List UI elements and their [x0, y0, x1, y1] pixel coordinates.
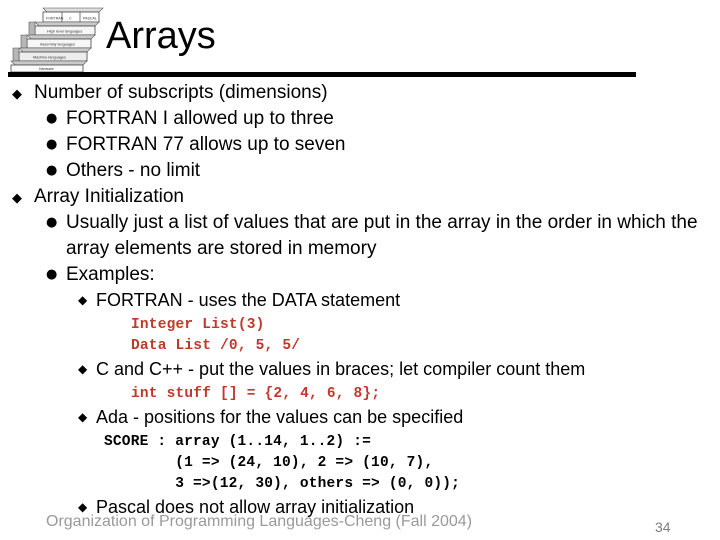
round-bullet-icon: ●	[46, 267, 58, 282]
list-item-label: Number of subscripts (dimensions)	[34, 82, 328, 103]
list-item: ● FORTRAN 77 allows up to seven	[0, 132, 720, 158]
footer-note: Organization of Programming Languages-Ch…	[46, 513, 473, 530]
svg-text:High level languages: High level languages	[47, 30, 82, 34]
slide-header: FORTRAN C PASCAL High level languages As…	[0, 0, 720, 78]
list-item-label: FORTRAN I allowed up to three	[66, 108, 334, 129]
page-title: Arrays	[106, 15, 216, 57]
list-item-label: C and C++ - put the values in braces; le…	[96, 359, 586, 379]
diamond-bullet-icon: ◆	[12, 191, 22, 206]
round-bullet-icon: ●	[46, 111, 58, 126]
code-block-ada: SCORE : array (1..14, 1..2) := (1 => (24…	[0, 432, 720, 495]
code-line: Data List /0, 5, 5/	[131, 338, 301, 354]
svg-text:C: C	[69, 17, 72, 21]
svg-text:FORTRAN: FORTRAN	[46, 17, 64, 21]
diamond-bullet-icon: ◆	[12, 87, 22, 102]
list-item-label: Usually just a list of values that are p…	[66, 212, 698, 259]
list-item-label: Ada - positions for the values can be sp…	[96, 407, 464, 427]
code-line: SCORE : array (1..14, 1..2) :=	[104, 434, 372, 450]
svg-text:Hardware: Hardware	[39, 67, 54, 71]
list-item: ◆ C and C++ - put the values in braces; …	[0, 357, 720, 382]
list-item: ● Usually just a list of values that are…	[0, 210, 720, 262]
svg-text:PASCAL: PASCAL	[83, 17, 97, 21]
list-item-label: Others - no limit	[66, 160, 201, 181]
list-item-label: FORTRAN 77 allows up to seven	[66, 134, 346, 155]
diamond-bullet-icon: ◆	[78, 410, 88, 424]
list-item: ◆ FORTRAN - uses the DATA statement	[0, 288, 720, 313]
slide-body: ◆ Number of subscripts (dimensions) ● FO…	[0, 80, 720, 520]
list-item: ◆ Ada - positions for the values can be …	[0, 405, 720, 430]
diamond-bullet-icon: ◆	[78, 362, 88, 376]
list-item: ● Examples:	[0, 262, 720, 288]
layered-pyramid-logo-icon: FORTRAN C PASCAL High level languages As…	[7, 6, 107, 72]
page-number: 34	[655, 519, 671, 535]
list-item: ● FORTRAN I allowed up to three	[0, 106, 720, 132]
round-bullet-icon: ●	[46, 163, 58, 178]
slide-canvas: FORTRAN C PASCAL High level languages As…	[0, 0, 720, 540]
list-item: ◆ Number of subscripts (dimensions)	[0, 80, 720, 106]
code-line: 3 =>(12, 30), others => (0, 0));	[104, 476, 461, 492]
list-item-label: FORTRAN - uses the DATA statement	[96, 290, 401, 310]
svg-text:Assembly languages: Assembly languages	[40, 43, 75, 47]
list-item: ● Others - no limit	[0, 158, 720, 184]
code-line: Integer List(3)	[131, 317, 265, 333]
code-block-c: int stuff [] = {2, 4, 6, 8};	[0, 384, 720, 405]
code-line: int stuff [] = {2, 4, 6, 8};	[131, 386, 381, 402]
svg-text:Machine languages: Machine languages	[33, 56, 66, 60]
list-item-label: Array Initialization	[34, 186, 184, 207]
diamond-bullet-icon: ◆	[78, 293, 88, 307]
list-item-label: Examples:	[66, 264, 155, 285]
code-block-fortran: Integer List(3) Data List /0, 5, 5/	[0, 315, 720, 357]
code-line: (1 => (24, 10), 2 => (10, 7),	[104, 455, 434, 471]
title-divider	[8, 72, 636, 77]
round-bullet-icon: ●	[46, 215, 58, 230]
list-item: ◆ Array Initialization	[0, 184, 720, 210]
round-bullet-icon: ●	[46, 137, 58, 152]
